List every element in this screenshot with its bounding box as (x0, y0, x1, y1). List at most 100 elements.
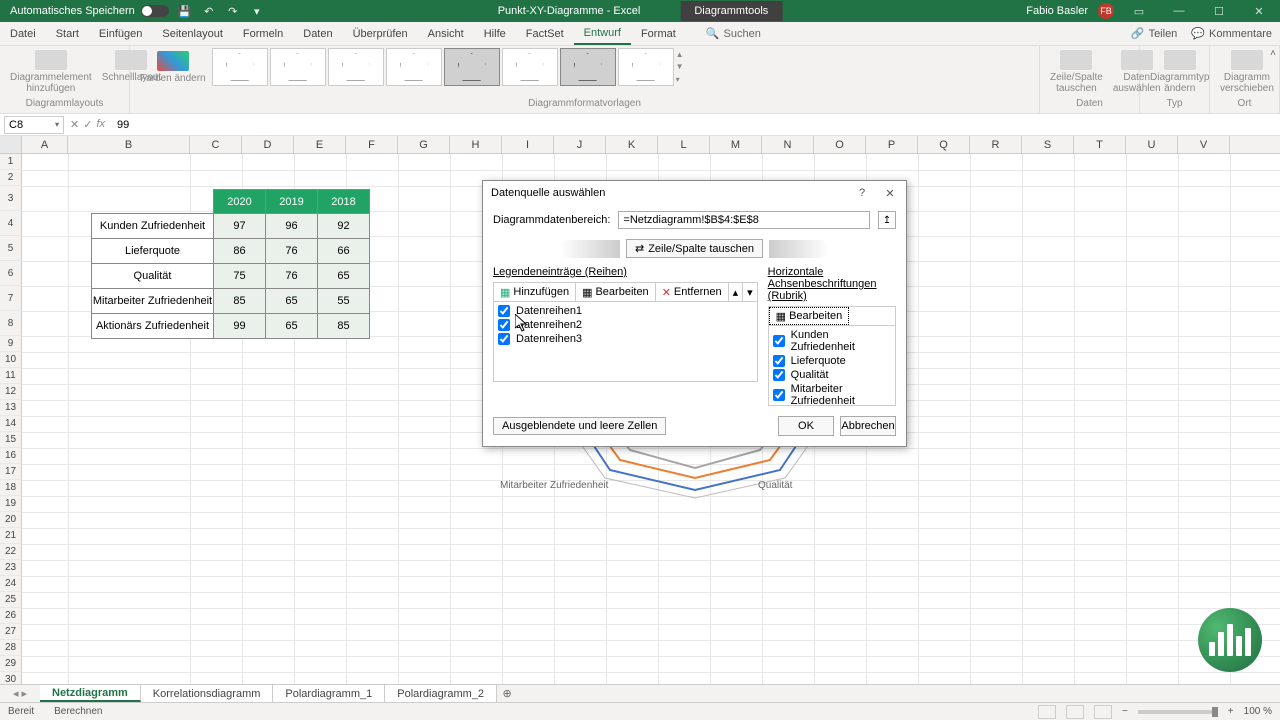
series-item[interactable]: Datenreihen2 (496, 318, 755, 332)
chart-data-range-input[interactable] (618, 211, 870, 229)
cell-value[interactable]: 66 (318, 239, 370, 264)
comments-button[interactable]: 💬Kommentare (1191, 27, 1272, 40)
categories-list[interactable]: Kunden ZufriedenheitLieferquoteQualitätM… (768, 326, 896, 406)
change-colors-button[interactable]: Farben ändern (136, 49, 210, 86)
chart-style-3[interactable] (328, 48, 384, 86)
row-header[interactable]: 14 (0, 416, 22, 432)
edit-series-button[interactable]: ▦Bearbeiten (576, 283, 656, 301)
row-header[interactable]: 13 (0, 400, 22, 416)
ribbon-tab-entwurf[interactable]: Entwurf (574, 22, 631, 45)
category-checkbox[interactable] (773, 355, 785, 367)
close-icon[interactable]: ✕ (1244, 3, 1274, 19)
series-checkbox[interactable] (498, 333, 510, 345)
row-header[interactable]: 15 (0, 432, 22, 448)
category-checkbox[interactable] (773, 389, 785, 401)
column-header[interactable]: L (658, 136, 710, 153)
row-header[interactable]: 16 (0, 448, 22, 464)
row-header[interactable]: 5 (0, 236, 22, 261)
column-header[interactable]: O (814, 136, 866, 153)
sheet-nav[interactable]: ◂ ▸ (0, 687, 40, 700)
column-header[interactable]: P (866, 136, 918, 153)
new-sheet-button[interactable]: ⊕ (497, 687, 517, 700)
series-item[interactable]: Datenreihen1 (496, 304, 755, 318)
row-header[interactable]: 24 (0, 576, 22, 592)
ribbon-tab-hilfe[interactable]: Hilfe (474, 22, 516, 45)
column-header[interactable]: H (450, 136, 502, 153)
cell-value[interactable]: 85 (318, 314, 370, 339)
cell-value[interactable]: 75 (214, 264, 266, 289)
sheet-tab[interactable]: Polardiagramm_2 (385, 685, 497, 702)
sheet-tab[interactable]: Polardiagramm_1 (273, 685, 385, 702)
chart-style-2[interactable] (270, 48, 326, 86)
cell-value[interactable]: 65 (266, 289, 318, 314)
add-chart-element-button[interactable]: Diagrammelement hinzufügen (6, 48, 96, 96)
row-header[interactable]: 1 (0, 154, 22, 170)
cell-value[interactable]: 65 (266, 314, 318, 339)
row-header[interactable]: 8 (0, 311, 22, 336)
page-break-view-icon[interactable] (1094, 705, 1112, 719)
row-header[interactable]: 21 (0, 528, 22, 544)
row-header[interactable]: 10 (0, 352, 22, 368)
cell-value[interactable]: 55 (318, 289, 370, 314)
row-header[interactable]: 18 (0, 480, 22, 496)
zoom-level[interactable]: 100 % (1244, 706, 1272, 717)
column-header[interactable]: S (1022, 136, 1074, 153)
style-gallery-more[interactable]: ▲▼▾ (676, 48, 690, 86)
chart-style-4[interactable] (386, 48, 442, 86)
category-checkbox[interactable] (773, 335, 785, 347)
row-header[interactable]: 22 (0, 544, 22, 560)
cell-value[interactable]: 92 (318, 214, 370, 239)
zoom-slider[interactable] (1138, 710, 1218, 714)
ribbon-mode-icon[interactable]: ▭ (1124, 3, 1154, 19)
row-header[interactable]: 19 (0, 496, 22, 512)
row-header[interactable]: 27 (0, 624, 22, 640)
zoom-in-icon[interactable]: + (1228, 706, 1234, 717)
ribbon-tab-seitenlayout[interactable]: Seitenlayout (152, 22, 233, 45)
cell-value[interactable]: 97 (214, 214, 266, 239)
column-header[interactable]: M (710, 136, 762, 153)
column-header[interactable]: A (22, 136, 68, 153)
ribbon-tab-ansicht[interactable]: Ansicht (418, 22, 474, 45)
select-all-corner[interactable] (0, 136, 22, 153)
switch-row-column-button[interactable]: ⇄Zeile/Spalte tauschen (626, 239, 763, 258)
name-box[interactable]: C8 (4, 116, 64, 134)
save-icon[interactable]: 💾 (177, 3, 193, 19)
sheet-tab[interactable]: Korrelationsdiagramm (141, 685, 274, 702)
cell-value[interactable]: 86 (214, 239, 266, 264)
move-up-button[interactable]: ▴ (729, 283, 744, 301)
row-header[interactable]: 26 (0, 608, 22, 624)
row-header[interactable]: 6 (0, 261, 22, 286)
ribbon-tab-format[interactable]: Format (631, 22, 686, 45)
chart-style-5[interactable] (444, 48, 500, 86)
column-header[interactable]: V (1178, 136, 1230, 153)
column-header[interactable]: Q (918, 136, 970, 153)
ribbon-tab-start[interactable]: Start (46, 22, 89, 45)
row-header[interactable]: 7 (0, 286, 22, 311)
category-item[interactable]: Kunden Zufriedenheit (771, 328, 893, 354)
row-header[interactable]: 2 (0, 170, 22, 186)
series-list[interactable]: Datenreihen1Datenreihen2Datenreihen3 (493, 302, 758, 382)
enter-formula-icon[interactable]: ✓ (83, 118, 92, 131)
cell-value[interactable]: 96 (266, 214, 318, 239)
row-header[interactable]: 29 (0, 656, 22, 672)
ribbon-tab-formeln[interactable]: Formeln (233, 22, 293, 45)
ribbon-tab-einfügen[interactable]: Einfügen (89, 22, 152, 45)
move-chart-button[interactable]: Diagramm verschieben (1216, 48, 1278, 96)
row-header[interactable]: 3 (0, 186, 22, 211)
edit-axis-labels-button[interactable]: ▦Bearbeiten (769, 307, 850, 325)
row-header[interactable]: 20 (0, 512, 22, 528)
switch-row-col-button[interactable]: Zeile/Spalte tauschen (1046, 48, 1107, 96)
share-button[interactable]: 🔗Teilen (1131, 27, 1177, 40)
add-series-button[interactable]: ▦Hinzufügen (494, 283, 576, 301)
cell-value[interactable]: 76 (266, 264, 318, 289)
column-header[interactable]: D (242, 136, 294, 153)
column-header[interactable]: F (346, 136, 398, 153)
row-header[interactable]: 25 (0, 592, 22, 608)
chart-style-1[interactable] (212, 48, 268, 86)
column-header[interactable]: K (606, 136, 658, 153)
series-checkbox[interactable] (498, 305, 510, 317)
autosave-toggle[interactable]: Automatisches Speichern (10, 5, 169, 17)
series-checkbox[interactable] (498, 319, 510, 331)
category-item[interactable]: Mitarbeiter Zufriedenheit (771, 382, 893, 406)
row-header[interactable]: 4 (0, 211, 22, 236)
